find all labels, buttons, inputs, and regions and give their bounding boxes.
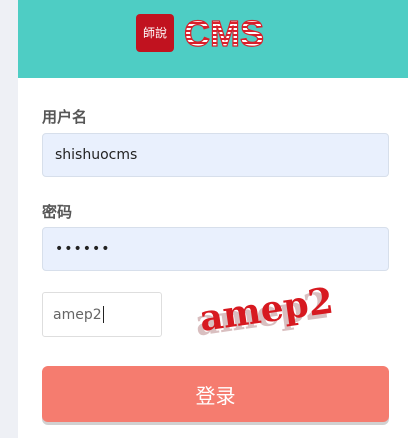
password-label: 密码 xyxy=(42,203,73,221)
username-label: 用户名 xyxy=(42,108,88,126)
captcha-image[interactable]: amep2 amep2 xyxy=(190,286,340,346)
login-header: 師說 CMS xyxy=(18,0,408,78)
left-gutter xyxy=(0,0,18,438)
captcha-input[interactable]: amep2 xyxy=(42,292,162,337)
username-input[interactable]: shishuocms xyxy=(42,133,389,177)
password-input[interactable]: •••••• xyxy=(42,227,389,271)
cms-wordmark-text: CMS xyxy=(184,14,264,52)
cms-logo: 師說 CMS xyxy=(136,12,306,54)
login-card: 師說 CMS 用户名 shishuocms 密码 •••••• amep2 am… xyxy=(18,0,408,438)
text-caret xyxy=(102,306,104,323)
username-value: shishuocms xyxy=(55,147,138,163)
login-page: 師說 CMS 用户名 shishuocms 密码 •••••• amep2 am… xyxy=(0,0,408,438)
logo-seal: 師說 xyxy=(136,14,174,52)
captcha-value: amep2 xyxy=(53,306,102,323)
login-button[interactable]: 登录 xyxy=(42,366,389,422)
cms-wordmark-logo: CMS xyxy=(183,14,264,52)
password-value: •••••• xyxy=(55,241,111,257)
